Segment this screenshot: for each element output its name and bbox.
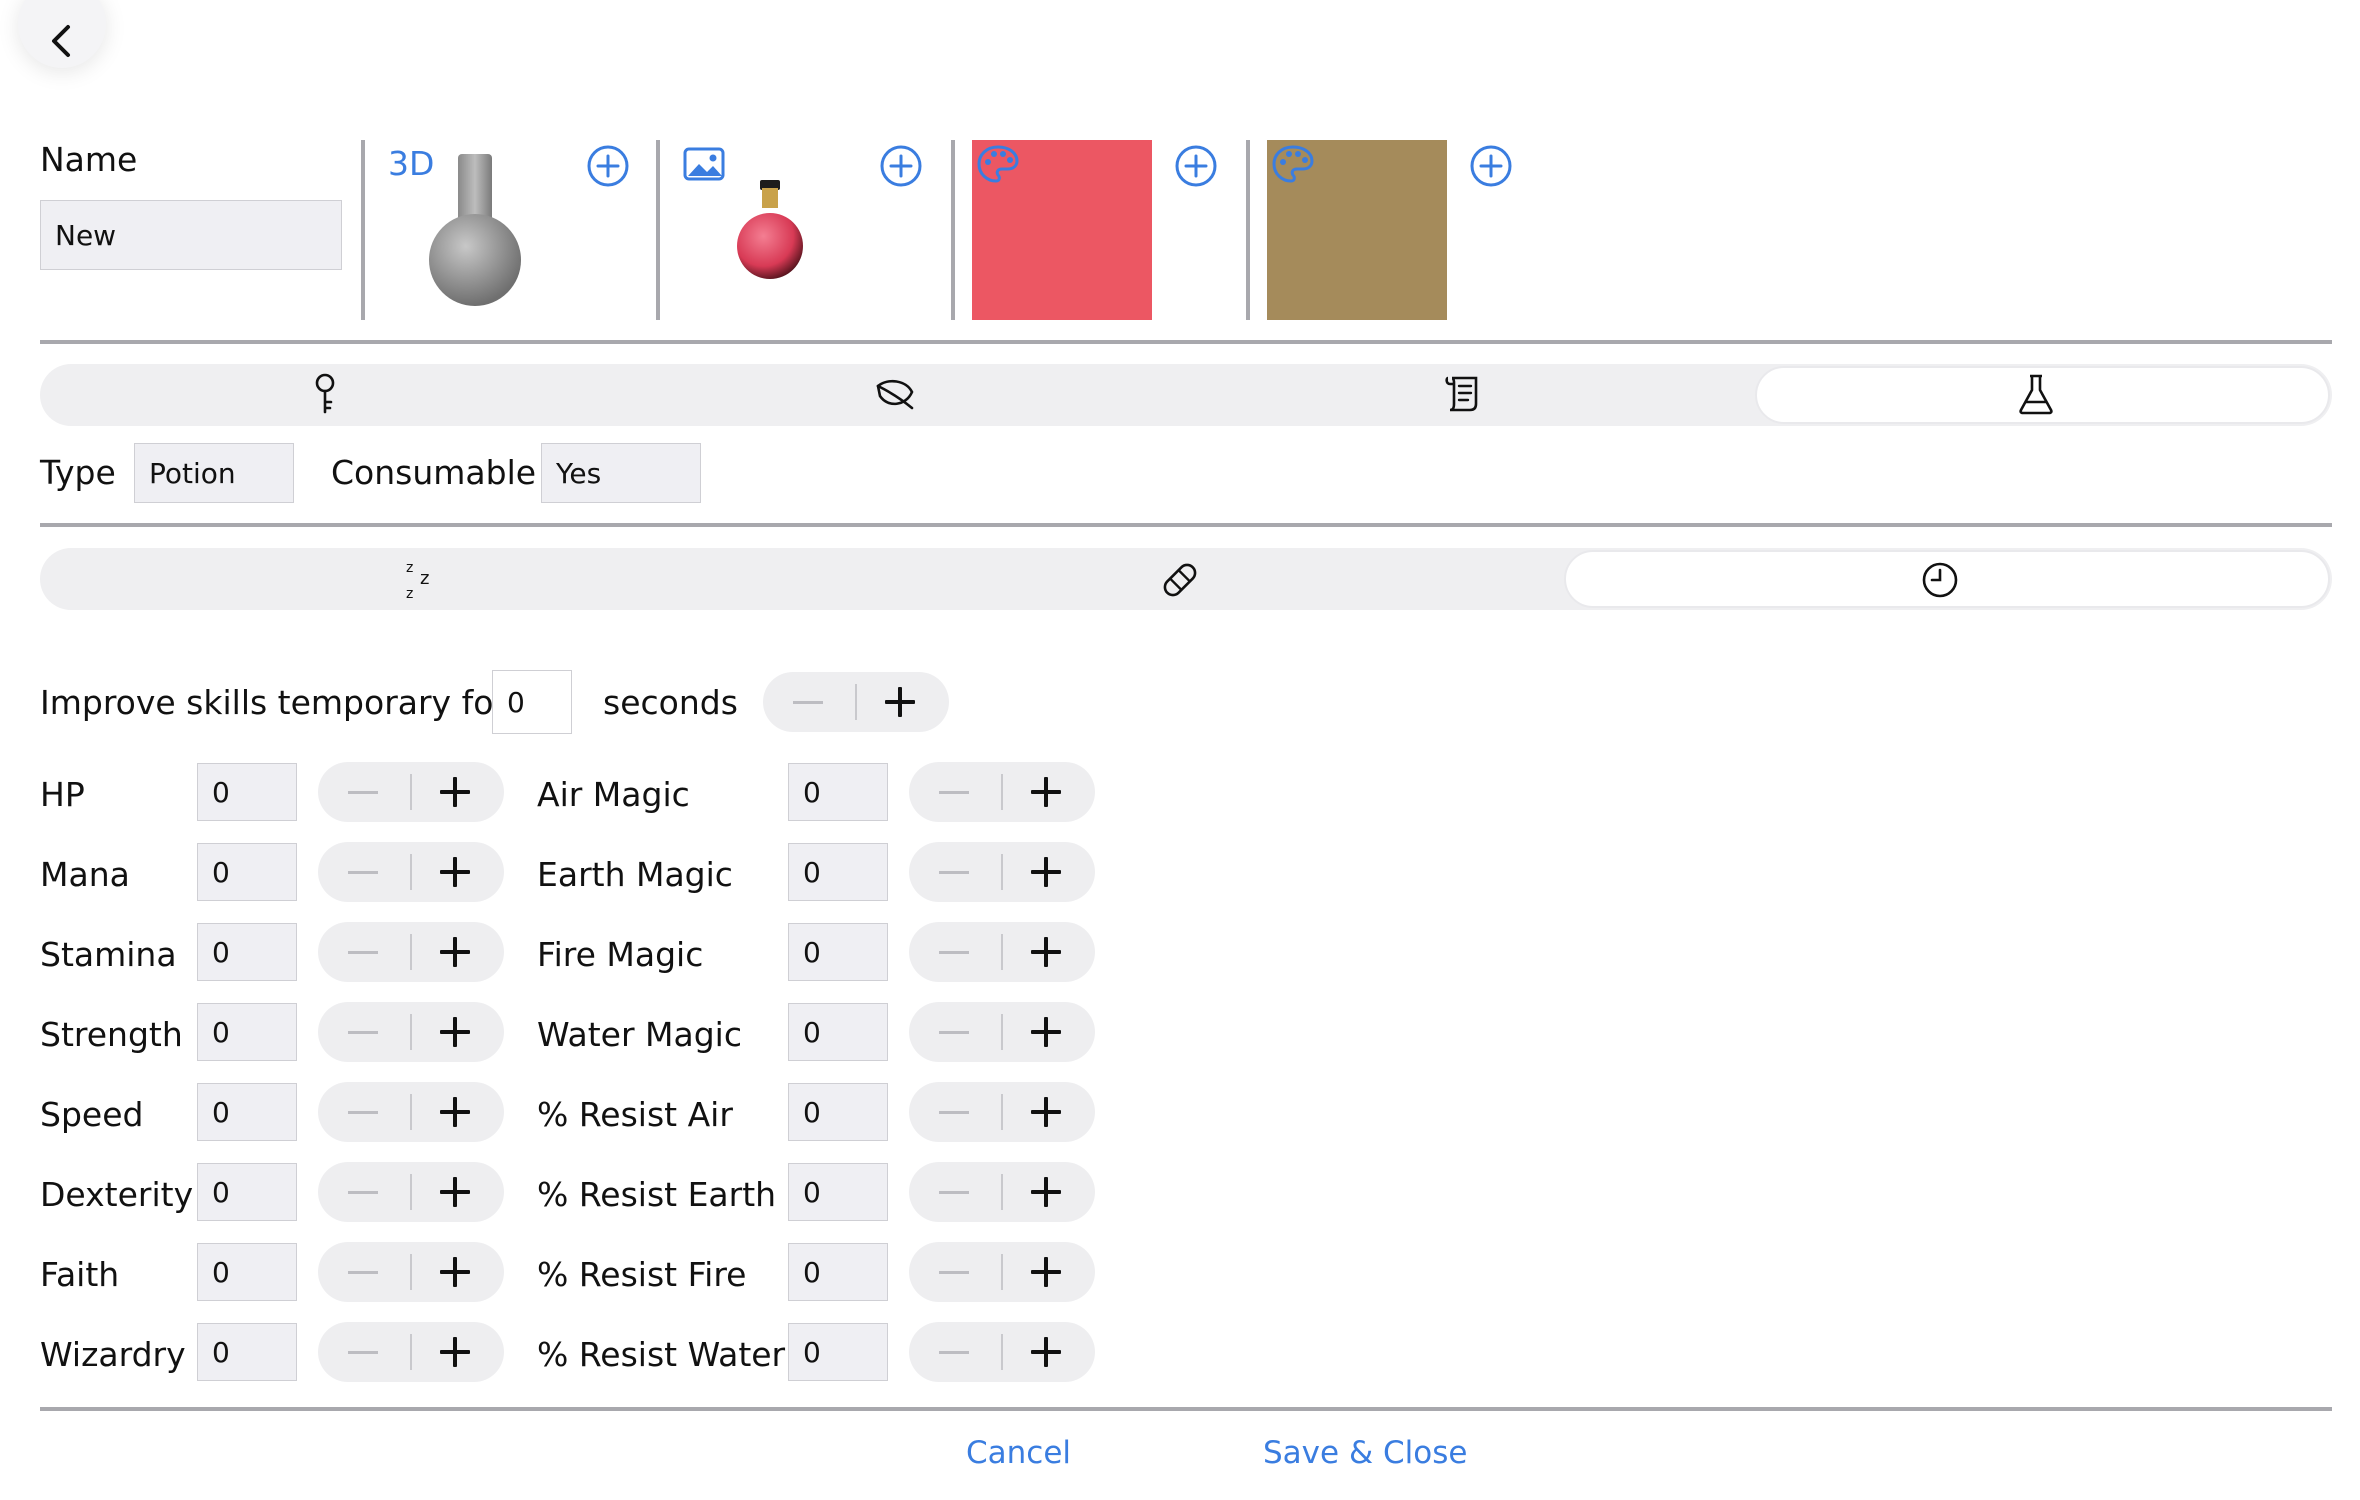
stat-label-air-magic: Air Magic	[537, 775, 690, 814]
footer-divider	[40, 1407, 2332, 1411]
leaf-icon[interactable]	[874, 376, 916, 412]
stat-label-resist-air: % Resist Air	[537, 1095, 733, 1134]
stat-input-hp[interactable]: 0	[197, 763, 297, 821]
svg-text:z: z	[406, 560, 413, 576]
stat-input-resist-air[interactable]: 0	[788, 1083, 888, 1141]
type-label: Type	[40, 453, 116, 492]
bandage-icon[interactable]	[1160, 560, 1200, 600]
section-divider	[40, 340, 2332, 344]
chevron-left-icon	[52, 25, 70, 57]
stat-label-mana: Mana	[40, 855, 130, 894]
stat-input-speed[interactable]: 0	[197, 1083, 297, 1141]
asset-divider	[656, 140, 660, 320]
image-icon[interactable]	[682, 146, 726, 182]
section-divider	[40, 523, 2332, 527]
add-model-button[interactable]	[586, 144, 630, 188]
scroll-icon[interactable]	[1444, 374, 1484, 414]
back-button[interactable]	[18, 0, 106, 68]
stat-stepper-faith[interactable]	[318, 1242, 504, 1302]
add-color-button[interactable]	[1174, 144, 1218, 188]
stat-input-earth-magic[interactable]: 0	[788, 843, 888, 901]
stat-label-stamina: Stamina	[40, 935, 177, 974]
consumable-field[interactable]: Yes	[541, 443, 701, 503]
svg-text:z: z	[420, 568, 429, 589]
sleep-icon[interactable]: z z z	[402, 558, 442, 602]
clock-icon[interactable]	[1920, 560, 1960, 600]
stat-stepper-hp[interactable]	[318, 762, 504, 822]
stat-stepper-resist-fire[interactable]	[909, 1242, 1095, 1302]
name-input[interactable]: New	[40, 200, 342, 270]
stat-label-fire-magic: Fire Magic	[537, 935, 704, 974]
save-close-button[interactable]: Save & Close	[1263, 1435, 1467, 1471]
stat-stepper-earth-magic[interactable]	[909, 842, 1095, 902]
stat-input-resist-earth[interactable]: 0	[788, 1163, 888, 1221]
stat-stepper-air-magic[interactable]	[909, 762, 1095, 822]
timer-prefix-label: Improve skills temporary for	[40, 683, 507, 722]
stat-stepper-strength[interactable]	[318, 1002, 504, 1062]
cancel-button[interactable]: Cancel	[966, 1435, 1071, 1471]
stat-stepper-stamina[interactable]	[318, 922, 504, 982]
timer-suffix-label: seconds	[603, 683, 738, 722]
stat-label-faith: Faith	[40, 1255, 120, 1294]
stat-stepper-water-magic[interactable]	[909, 1002, 1095, 1062]
palette-icon[interactable]	[976, 144, 1020, 184]
consumable-label: Consumable	[331, 453, 537, 492]
stat-input-wizardry[interactable]: 0	[197, 1323, 297, 1381]
stat-label-resist-water: % Resist Water	[537, 1335, 786, 1374]
timer-stepper[interactable]	[763, 672, 949, 732]
stat-input-dexterity[interactable]: 0	[197, 1163, 297, 1221]
stat-label-resist-fire: % Resist Fire	[537, 1255, 747, 1294]
stat-stepper-dexterity[interactable]	[318, 1162, 504, 1222]
stat-stepper-resist-earth[interactable]	[909, 1162, 1095, 1222]
stat-stepper-mana[interactable]	[318, 842, 504, 902]
decrement-button[interactable]	[793, 701, 823, 704]
palette-icon[interactable]	[1271, 144, 1315, 184]
stat-input-resist-fire[interactable]: 0	[788, 1243, 888, 1301]
stat-input-faith[interactable]: 0	[197, 1243, 297, 1301]
stat-input-fire-magic[interactable]: 0	[788, 923, 888, 981]
stat-label-water-magic: Water Magic	[537, 1015, 742, 1054]
stat-label-speed: Speed	[40, 1095, 144, 1134]
potion-image-preview[interactable]	[730, 178, 810, 290]
stat-input-stamina[interactable]: 0	[197, 923, 297, 981]
asset-divider	[951, 140, 955, 320]
flask-model-preview[interactable]	[420, 150, 530, 310]
stat-label-earth-magic: Earth Magic	[537, 855, 733, 894]
stat-label-strength: Strength	[40, 1015, 183, 1054]
stat-stepper-speed[interactable]	[318, 1082, 504, 1142]
asset-divider	[361, 140, 365, 320]
asset-divider	[1246, 140, 1250, 320]
stat-label-dexterity: Dexterity	[40, 1175, 194, 1214]
type-field[interactable]: Potion	[134, 443, 294, 503]
stat-input-resist-water[interactable]: 0	[788, 1323, 888, 1381]
stat-label-hp: HP	[40, 775, 85, 814]
flask-icon[interactable]	[2016, 372, 2056, 416]
stat-label-wizardry: Wizardry	[40, 1335, 186, 1374]
svg-text:z: z	[406, 586, 413, 602]
timer-seconds-input[interactable]: 0	[492, 670, 572, 734]
stat-stepper-fire-magic[interactable]	[909, 922, 1095, 982]
stat-label-resist-earth: % Resist Earth	[537, 1175, 777, 1214]
key-icon[interactable]	[308, 372, 342, 416]
stat-input-water-magic[interactable]: 0	[788, 1003, 888, 1061]
stat-input-strength[interactable]: 0	[197, 1003, 297, 1061]
stat-stepper-resist-water[interactable]	[909, 1322, 1095, 1382]
stat-stepper-resist-air[interactable]	[909, 1082, 1095, 1142]
stat-input-air-magic[interactable]: 0	[788, 763, 888, 821]
stat-input-mana[interactable]: 0	[197, 843, 297, 901]
add-color-button[interactable]	[1469, 144, 1513, 188]
stat-stepper-wizardry[interactable]	[318, 1322, 504, 1382]
name-label: Name	[40, 140, 138, 179]
add-image-button[interactable]	[879, 144, 923, 188]
